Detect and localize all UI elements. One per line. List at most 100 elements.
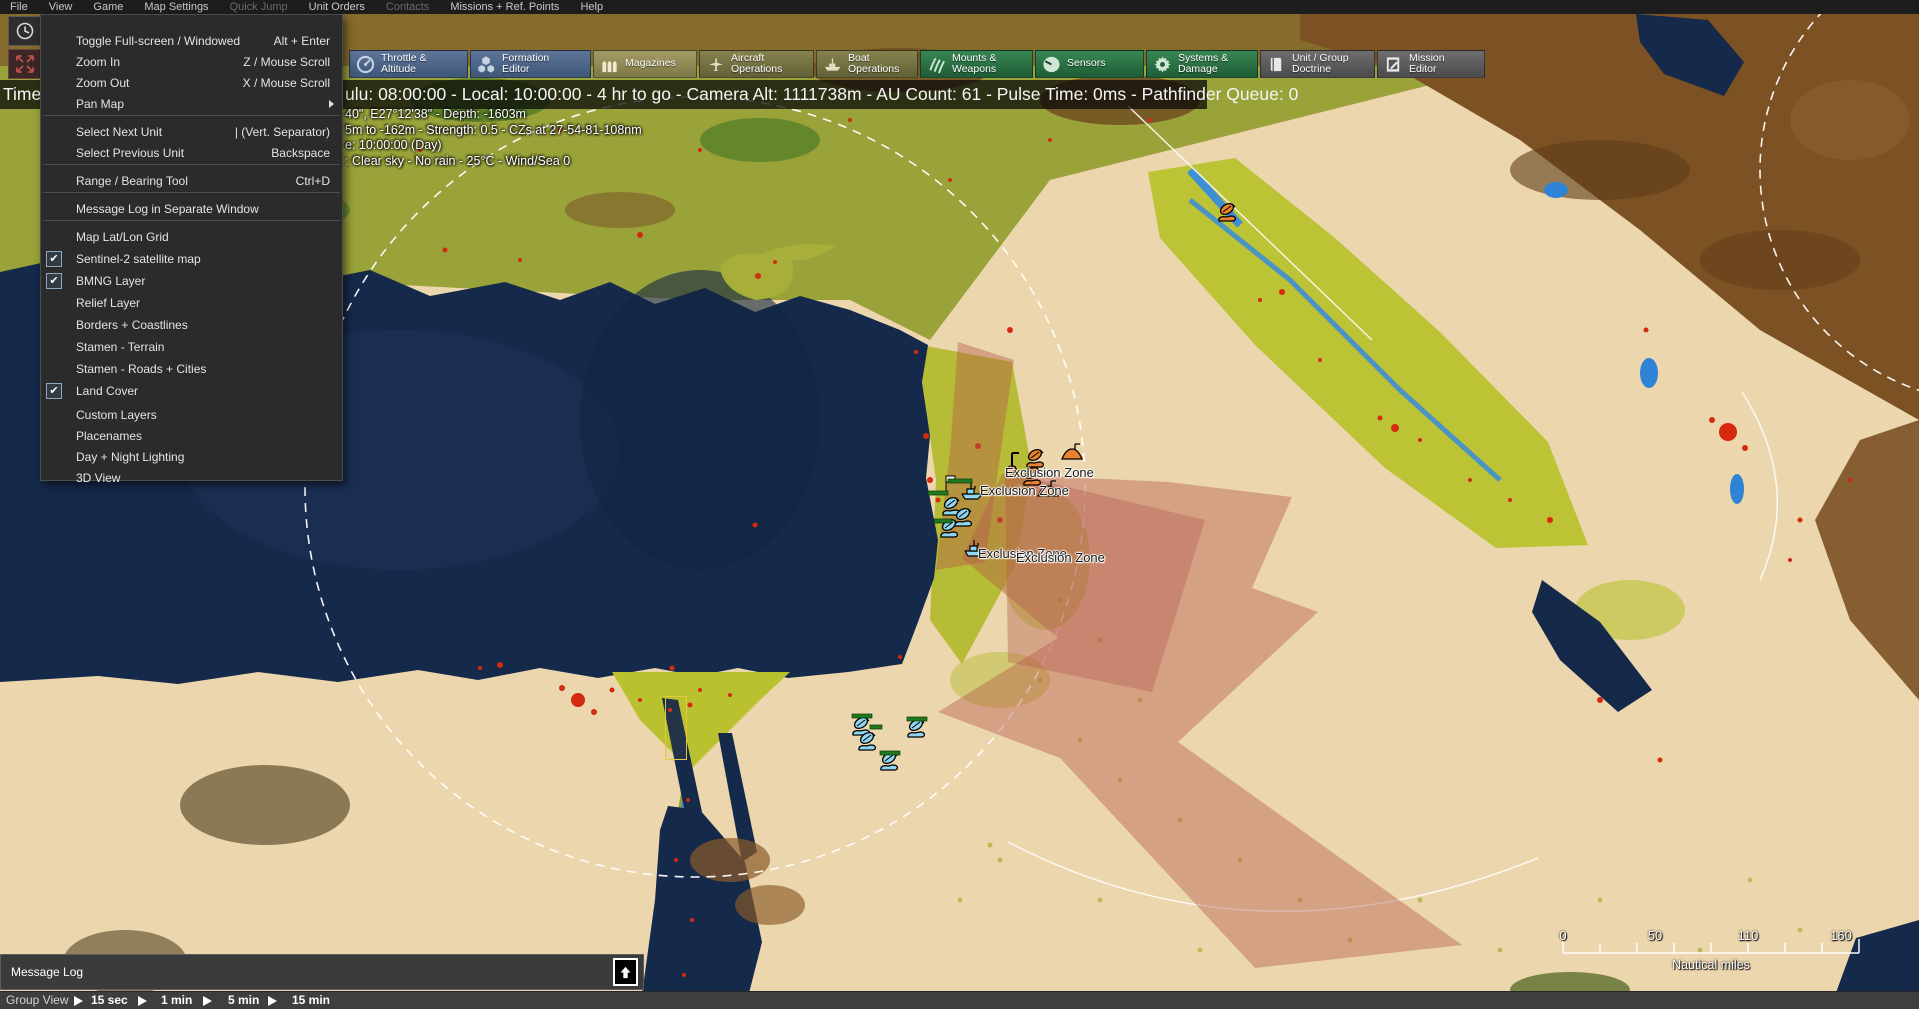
view-menu-item-toggle-fullscreen[interactable]: Toggle Full-screen / WindowedAlt + Enter xyxy=(41,31,342,52)
menu-item-label: Message Log in Separate Window xyxy=(76,199,259,220)
unit-marker-flag[interactable] xyxy=(946,476,955,491)
toolbar-button-formation-editor[interactable]: FormationEditor xyxy=(470,50,591,78)
toolbar-button-label: Systems &Damage xyxy=(1178,53,1228,76)
unit-marker-boat[interactable] xyxy=(962,483,982,499)
view-menu-item-3d-view[interactable]: 3D View xyxy=(41,468,342,489)
menu-item-shortcut: Ctrl+D xyxy=(296,171,330,192)
toolbar-button-throttle-altitude[interactable]: Throttle &Altitude xyxy=(349,50,468,78)
view-menu: Toggle Full-screen / WindowedAlt + Enter… xyxy=(40,14,343,481)
unit-status-bar xyxy=(948,479,972,483)
time-speed-15-min[interactable]: 15 min xyxy=(292,992,330,1009)
view-menu-item-zoom-out[interactable]: Zoom OutX / Mouse Scroll xyxy=(41,73,342,94)
exclusion-zone-label: Exclusion Zone xyxy=(980,483,1069,498)
menubar: File View Game Map Settings Quick Jump Unit O… xyxy=(0,0,1919,14)
menu-item-label: Pan Map xyxy=(76,94,124,115)
view-menu-item-map-latlon-grid[interactable]: Map Lat/Lon Grid xyxy=(41,227,342,248)
unit-marker-dish[interactable] xyxy=(1219,201,1236,221)
unit-marker-mound[interactable] xyxy=(1062,444,1082,459)
view-menu-item-land-cover[interactable]: ✔Land Cover xyxy=(41,381,342,402)
status-text: ulu: 08:00:00 - Local: 10:00:00 - 4 hr t… xyxy=(345,80,1298,109)
menubar-item-help[interactable]: Help xyxy=(580,1,603,13)
gauge-icon xyxy=(356,55,375,74)
view-menu-item-bmng-layer[interactable]: ✔BMNG Layer xyxy=(41,271,342,292)
view-menu-item-day-night-lighting[interactable]: Day + Night Lighting xyxy=(41,447,342,468)
menu-separator xyxy=(43,192,340,193)
view-menu-item-zoom-in[interactable]: Zoom InZ / Mouse Scroll xyxy=(41,52,342,73)
speed-arrow-icon[interactable] xyxy=(203,996,212,1006)
speed-arrow-icon[interactable] xyxy=(268,996,277,1006)
menubar-item-file[interactable]: File xyxy=(10,1,28,13)
toolbar-button-sensors[interactable]: Sensors xyxy=(1035,50,1144,78)
view-menu-item-relief-layer[interactable]: Relief Layer xyxy=(41,293,342,314)
menu-item-shortcut: | (Vert. Separator) xyxy=(235,122,330,143)
unit-marker-dish[interactable] xyxy=(943,495,960,515)
menubar-item-map-settings[interactable]: Map Settings xyxy=(144,1,208,13)
toolbar-button-label: AircraftOperations xyxy=(731,53,782,76)
clock-button[interactable] xyxy=(8,16,42,46)
toolbar-button-label: Magazines xyxy=(625,58,676,70)
toolbar-button-label: Mounts &Weapons xyxy=(952,53,996,76)
message-log-bar[interactable]: Message Log xyxy=(0,954,644,990)
view-menu-item-borders-coastlines[interactable]: Borders + Coastlines xyxy=(41,315,342,336)
menubar-item-quick-jump: Quick Jump xyxy=(230,1,288,13)
menubar-item-unit-orders[interactable]: Unit Orders xyxy=(309,1,365,13)
toolbar-button-boat-operations[interactable]: BoatOperations xyxy=(816,50,918,78)
view-menu-item-select-next-unit[interactable]: Select Next Unit| (Vert. Separator) xyxy=(41,122,342,143)
speed-arrow-icon[interactable] xyxy=(138,996,147,1006)
time-speed-15-sec[interactable]: 15 sec xyxy=(91,992,128,1009)
clock-icon xyxy=(15,21,35,41)
view-menu-item-range-bearing-tool[interactable]: Range / Bearing Tool Ctrl+D xyxy=(41,171,342,192)
menu-item-label: Relief Layer xyxy=(76,293,140,314)
unit-marker-dish[interactable] xyxy=(955,506,972,526)
checkbox-checked-icon: ✔ xyxy=(46,383,62,399)
menu-item-shortcut: Z / Mouse Scroll xyxy=(243,52,330,73)
view-menu-item-placenames[interactable]: Placenames xyxy=(41,426,342,447)
message-log-expand-button[interactable] xyxy=(613,958,638,986)
scope-icon xyxy=(1042,55,1061,74)
menu-item-label: Map Lat/Lon Grid xyxy=(76,227,169,248)
menu-item-label: Stamen - Terrain xyxy=(76,337,164,358)
menu-item-label: Range / Bearing Tool xyxy=(76,171,188,192)
toolbar-button-aircraft-operations[interactable]: AircraftOperations xyxy=(699,50,814,78)
toolbar-button-unit-group-doctrine[interactable]: Unit / GroupDoctrine xyxy=(1260,50,1375,78)
menu-item-shortcut: X / Mouse Scroll xyxy=(243,73,330,94)
time-speed-1-min[interactable]: 1 min xyxy=(161,992,192,1009)
menu-item-label: Custom Layers xyxy=(76,405,157,426)
view-menu-item-pan-map[interactable]: Pan Map xyxy=(41,94,342,115)
speed-arrow-icon[interactable] xyxy=(74,996,83,1006)
menubar-item-game[interactable]: Game xyxy=(93,1,123,13)
menu-item-label: Stamen - Roads + Cities xyxy=(76,359,206,380)
map-info-line: : Clear sky - No rain - 25°C - Wind/Sea … xyxy=(345,154,570,168)
aircraft-icon xyxy=(706,55,725,74)
view-menu-item-custom-layers[interactable]: Custom Layers xyxy=(41,405,342,426)
mission-icon xyxy=(1384,55,1403,74)
center-arrows-icon xyxy=(14,53,36,75)
toolbar-button-magazines[interactable]: Magazines xyxy=(593,50,697,78)
menubar-item-view[interactable]: View xyxy=(49,1,73,13)
unit-status-bar xyxy=(880,751,900,755)
view-menu-item-message-log-separate-window[interactable]: Message Log in Separate Window xyxy=(41,199,342,220)
toolbar-button-mission-editor[interactable]: MissionEditor xyxy=(1377,50,1485,78)
scale-tick-label: 110 xyxy=(1738,928,1759,943)
menu-item-label: Sentinel-2 satellite map xyxy=(76,249,201,270)
toolbar-button-label: MissionEditor xyxy=(1409,53,1445,76)
menubar-item-missions-ref-points[interactable]: Missions + Ref. Points xyxy=(450,1,559,13)
toolbar-button-mounts-weapons[interactable]: Mounts &Weapons xyxy=(920,50,1033,78)
view-menu-item-stamen-roads-cities[interactable]: Stamen - Roads + Cities xyxy=(41,359,342,380)
group-view-label[interactable]: Group View xyxy=(6,992,68,1009)
view-menu-item-stamen-terrain[interactable]: Stamen - Terrain xyxy=(41,337,342,358)
unit-status-bar xyxy=(934,519,952,523)
toolbar-button-label: FormationEditor xyxy=(502,53,549,76)
menu-item-label: Toggle Full-screen / Windowed xyxy=(76,31,240,52)
scale-tick-label: 50 xyxy=(1648,928,1662,943)
view-menu-item-select-previous-unit[interactable]: Select Previous UnitBackspace xyxy=(41,143,342,164)
center-view-button[interactable] xyxy=(8,49,42,79)
time-speed-5-min[interactable]: 5 min xyxy=(228,992,259,1009)
status-time-label: Time xyxy=(3,80,40,109)
menu-item-shortcut: Backspace xyxy=(271,143,330,164)
toolbar-button-systems-damage[interactable]: Systems &Damage xyxy=(1146,50,1258,78)
menubar-item-contacts: Contacts xyxy=(386,1,429,13)
menu-separator xyxy=(43,164,340,165)
view-menu-item-sentinel2-satellite-map[interactable]: ✔Sentinel-2 satellite map xyxy=(41,249,342,270)
menu-item-label: 3D View xyxy=(76,468,120,489)
